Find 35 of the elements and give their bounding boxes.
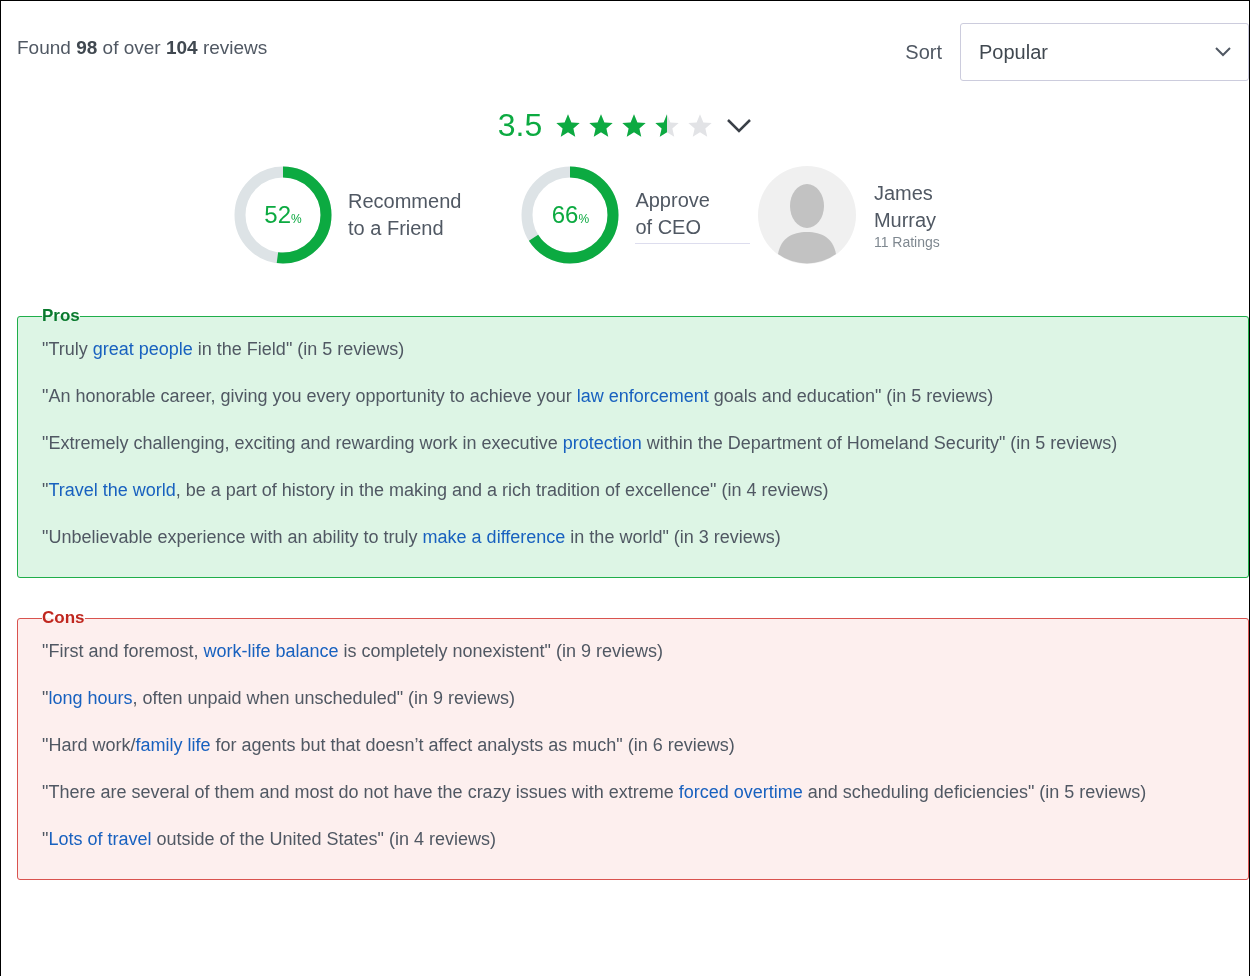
review-quote: "Truly great people in the Field" (in 5 reviews) xyxy=(42,338,406,361)
sort-dropdown[interactable]: Popular xyxy=(960,23,1249,81)
review-count: Found 98 of over 104 reviews xyxy=(17,37,268,59)
review-quote: "Travel the world, be a part of history in the making and a rich tradition of excellence" (in 4 reviews) xyxy=(42,479,830,502)
rating-value: 3.5 xyxy=(497,107,543,144)
section-title: Pros xyxy=(42,306,80,326)
review-quote: "Lots of travel outside of the United States" (in 4 reviews) xyxy=(42,828,497,851)
review-quote: "long hours, often unpaid when unscheduled" (in 9 reviews) xyxy=(42,687,517,710)
chevron-down-icon xyxy=(1214,46,1232,58)
keyword-link[interactable]: family life xyxy=(135,735,211,755)
keyword-link[interactable]: work-life balance xyxy=(203,641,339,661)
keyword-link[interactable]: protection xyxy=(562,433,642,453)
ceo-name: James Murray xyxy=(873,181,938,233)
review-quote: "Extremely challenging, exciting and rewarding work in executive protection within the Department of Homeland Security" (in 5 reviews) xyxy=(42,432,1119,455)
gauge-label: Approve of CEO xyxy=(635,186,750,244)
avatar-icon xyxy=(757,166,856,264)
keyword-link[interactable]: great people xyxy=(92,339,193,359)
keyword-link[interactable]: Lots of travel xyxy=(48,829,152,849)
review-quote: "Hard work/family life for agents but that doesn’t affect analysts as much" (in 6 reviews) xyxy=(42,734,736,757)
section-title: Cons xyxy=(42,608,85,628)
keyword-link[interactable]: Travel the world xyxy=(48,480,176,500)
keyword-link[interactable]: law enforcement xyxy=(576,386,709,406)
sort-label: Sort xyxy=(905,40,942,64)
keyword-link[interactable]: long hours xyxy=(48,688,133,708)
review-quote: "Unbelievable experience with an ability to truly make a difference in the world" (in 3 reviews) xyxy=(42,526,782,549)
percent-value: 52% xyxy=(264,201,302,229)
keyword-link[interactable]: make a difference xyxy=(422,527,566,547)
review-quote: "There are several of them and most do not have the crazy issues with extreme forced overtime and scheduling deficiencies" (in 5 reviews) xyxy=(42,781,1148,804)
keyword-link[interactable]: forced overtime xyxy=(678,782,803,802)
percent-value: 66% xyxy=(551,201,590,229)
review-quote: "An honorable career, giving you every opportunity to achieve your law enforcement goals and education" (in 5 reviews) xyxy=(42,385,995,408)
ceo-ratings-count: 11 Ratings xyxy=(873,234,940,250)
chevron-down-icon[interactable] xyxy=(726,116,753,135)
gauge-label: Recommend to a Friend xyxy=(348,189,462,241)
review-quote: "First and foremost, work-life balance is completely nonexistent" (in 9 reviews) xyxy=(42,640,665,663)
